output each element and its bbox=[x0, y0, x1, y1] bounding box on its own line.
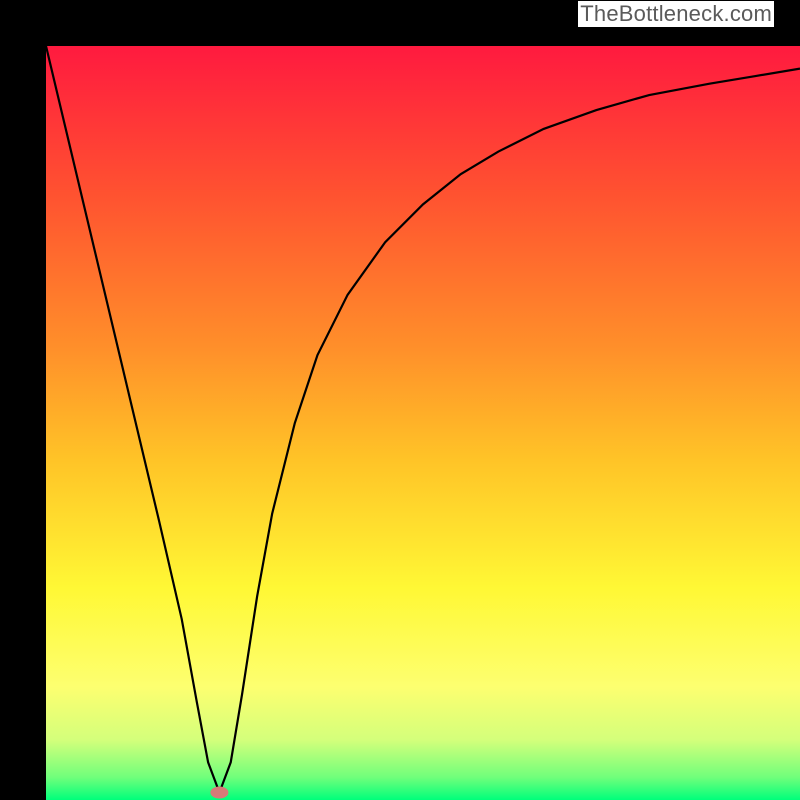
optimum-marker bbox=[210, 786, 228, 798]
gradient-background bbox=[46, 46, 800, 800]
chart-svg bbox=[46, 46, 800, 800]
watermark-label: TheBottleneck.com bbox=[578, 1, 774, 27]
chart-frame bbox=[0, 0, 800, 800]
plot-area bbox=[46, 46, 800, 800]
